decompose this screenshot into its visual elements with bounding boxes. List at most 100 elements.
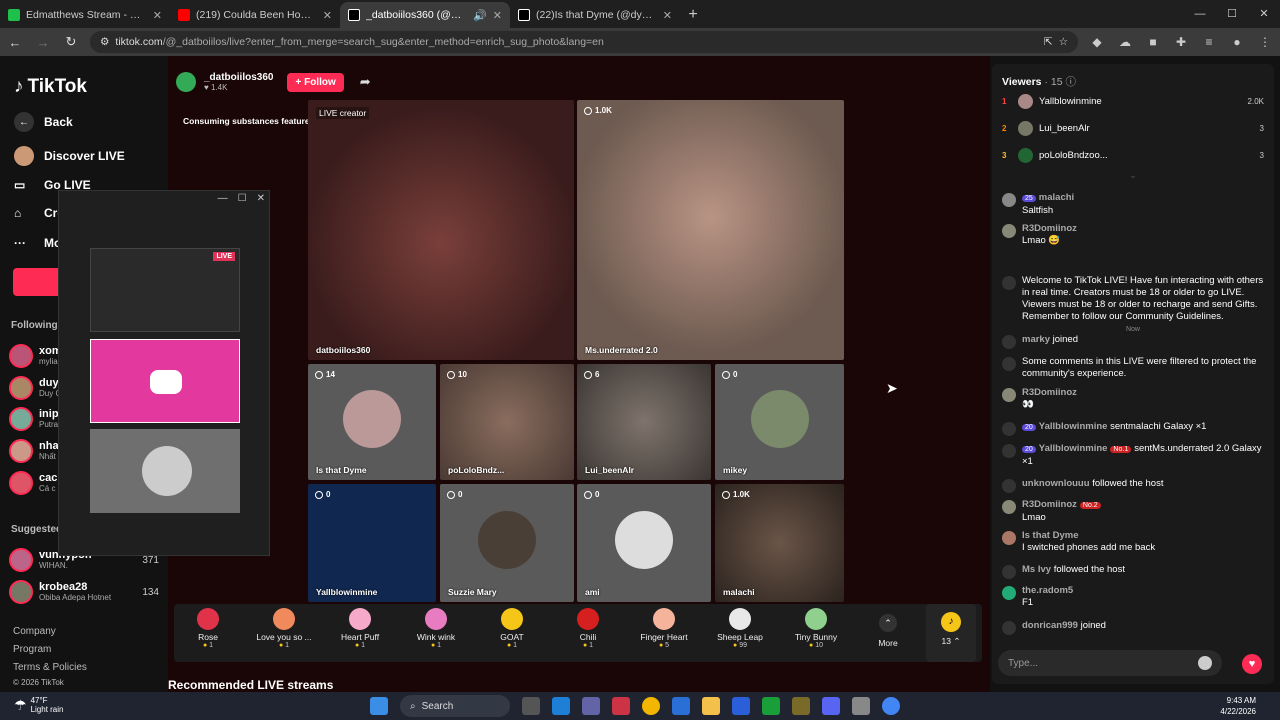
more-gifts-button[interactable]: ⌃ More: [868, 614, 908, 648]
guest-tile[interactable]: 0 Suzzie Mary: [440, 484, 574, 602]
app-icon[interactable]: [732, 697, 750, 715]
host-avatar[interactable]: [176, 72, 196, 92]
close-icon[interactable]: ✕: [257, 193, 265, 204]
top-viewer-row[interactable]: 1 Yallblowinmine 2.0K: [1002, 94, 1264, 109]
weather-widget[interactable]: ☂ 47°F Light rain: [14, 696, 63, 714]
guest-tile[interactable]: 6 Lui_beenAlr: [577, 364, 711, 480]
teams-icon[interactable]: [582, 697, 600, 715]
browser-tab-3[interactable]: _datboiilos360 (@_datboiilos 🔊 ✕: [340, 2, 510, 28]
open-in-app-icon[interactable]: ⇱: [1044, 36, 1053, 48]
footer-company-link[interactable]: Company: [13, 626, 56, 637]
chat-user[interactable]: donrican999: [1022, 620, 1078, 631]
extension-icon[interactable]: ◆: [1088, 35, 1106, 49]
close-window-icon[interactable]: ✕: [1248, 0, 1280, 28]
top-viewer-row[interactable]: 3 poLoloBndzoo... 3: [1002, 148, 1264, 163]
chat-user[interactable]: R3Domiinoz: [1022, 223, 1077, 234]
extensions-puzzle-icon[interactable]: ✚: [1172, 35, 1190, 49]
discord-tile[interactable]: [90, 339, 240, 423]
windows-start-icon[interactable]: [370, 697, 388, 715]
gift-finger-heart[interactable]: Finger Heart5: [634, 604, 694, 649]
chat-user[interactable]: Is that Dyme: [1022, 530, 1079, 541]
profile-avatar[interactable]: ●: [1228, 35, 1246, 49]
like-heart-button[interactable]: ♥: [1242, 654, 1262, 674]
gift-chili[interactable]: Chili1: [558, 604, 618, 649]
share-icon[interactable]: ➦: [360, 74, 371, 90]
maximize-icon[interactable]: ☐: [238, 193, 247, 204]
extension-icon[interactable]: ☁: [1116, 35, 1134, 49]
chat-user[interactable]: R3Domiinoz: [1022, 499, 1077, 510]
coin-balance[interactable]: ♪ 13 ⌃: [926, 604, 976, 662]
menu-kebab-icon[interactable]: ⋮: [1256, 35, 1274, 49]
chevron-down-icon[interactable]: ⌄: [992, 170, 1274, 181]
address-bar[interactable]: ⚙ tiktok.com/@_datboiilos/live?enter_fro…: [90, 31, 1078, 53]
chat-user[interactable]: Yallblowinmine: [1039, 421, 1108, 432]
guest-tile[interactable]: 0 Yallblowinmine: [308, 484, 436, 602]
close-tab-icon[interactable]: ✕: [153, 9, 162, 22]
user-tile[interactable]: [90, 429, 240, 513]
footer-terms-link[interactable]: Terms & Policies: [13, 662, 87, 673]
discord-icon[interactable]: [822, 697, 840, 715]
host-video-tile[interactable]: LIVE creator datboiilos360: [308, 100, 574, 360]
back-link[interactable]: ← Back: [14, 112, 73, 132]
task-view-icon[interactable]: [522, 697, 540, 715]
audio-icon[interactable]: 🔊: [473, 9, 487, 22]
gift-sheep-leap[interactable]: Sheep Leap99: [710, 604, 770, 649]
chrome-icon[interactable]: [642, 697, 660, 715]
browser-tab-1[interactable]: Edmatthews Stream - Watch Live ✕: [0, 2, 170, 28]
edge-icon[interactable]: [552, 697, 570, 715]
chat-user[interactable]: unknownlouuu: [1022, 478, 1090, 489]
chat-user[interactable]: malachi: [1039, 192, 1074, 203]
file-explorer-icon[interactable]: [702, 697, 720, 715]
reload-icon[interactable]: ↻: [62, 34, 80, 50]
gift-love-you[interactable]: Love you so ...1: [254, 604, 314, 649]
chat-user[interactable]: marky: [1022, 334, 1050, 345]
bookmark-star-icon[interactable]: ☆: [1059, 36, 1068, 48]
guest-tile[interactable]: 14 Is that Dyme: [308, 364, 436, 480]
minimize-icon[interactable]: —: [1184, 0, 1216, 28]
top-viewer-row[interactable]: 2 Lui_beenAlr 3: [1002, 121, 1264, 136]
nav-discover-live[interactable]: Discover LIVE: [14, 146, 125, 166]
close-tab-icon[interactable]: ✕: [663, 9, 672, 22]
maximize-icon[interactable]: ☐: [1216, 0, 1248, 28]
gift-tiny-bunny[interactable]: Tiny Bunny10: [786, 604, 846, 649]
gift-heart-puff[interactable]: Heart Puff1: [330, 604, 390, 649]
app-icon[interactable]: [792, 697, 810, 715]
chat-user[interactable]: the.radom5: [1022, 585, 1073, 596]
close-tab-icon[interactable]: ✕: [323, 9, 332, 22]
chat-user[interactable]: Yallblowinmine: [1039, 443, 1108, 454]
xbox-icon[interactable]: [762, 697, 780, 715]
extension-icon[interactable]: ■: [1144, 35, 1162, 49]
host-name[interactable]: _datboiilos360: [204, 72, 273, 83]
back-icon[interactable]: ←: [6, 35, 24, 50]
new-tab-button[interactable]: +: [680, 2, 706, 28]
minimize-icon[interactable]: —: [218, 193, 228, 204]
guest-tile[interactable]: 0 ami: [577, 484, 711, 602]
forward-icon[interactable]: →: [34, 35, 52, 50]
guest-tile[interactable]: 1.0K malachi: [715, 484, 844, 602]
browser-tab-2[interactable]: (219) Coulda Been House 2, Ep ✕: [170, 2, 340, 28]
guest-tile[interactable]: 10 poLoloBndz...: [440, 364, 574, 480]
tiktok-logo[interactable]: ♪ TikTok: [14, 76, 87, 98]
footer-program-link[interactable]: Program: [13, 644, 51, 655]
gift-goat[interactable]: GOAT1: [482, 604, 542, 649]
follow-button[interactable]: + Follow: [287, 72, 344, 92]
chat-user[interactable]: R3Domiinoz: [1022, 387, 1077, 398]
guest-tile[interactable]: 0 mikey: [715, 364, 844, 480]
system-clock[interactable]: 9:43 AM 4/22/2026: [1220, 695, 1256, 717]
store-icon[interactable]: [672, 697, 690, 715]
chat-input[interactable]: Type...: [998, 650, 1222, 676]
suggested-item[interactable]: krobea28 Obiba Adepa Hotnet 134: [9, 580, 159, 604]
site-info-icon[interactable]: ⚙: [100, 36, 109, 48]
close-tab-icon[interactable]: ✕: [493, 9, 502, 22]
app-icon[interactable]: [852, 697, 870, 715]
emoji-icon[interactable]: [1198, 656, 1212, 670]
guest-video-tile[interactable]: 1.0K Ms.underrated 2.0: [577, 100, 844, 360]
chat-user[interactable]: Ms Ivy: [1022, 564, 1051, 575]
gift-wink-wink[interactable]: Wink wink1: [406, 604, 466, 649]
taskbar-search[interactable]: ⌕ Search: [400, 695, 510, 717]
gift-rose[interactable]: Rose1: [178, 604, 238, 649]
nav-more[interactable]: ··· Mo: [14, 236, 61, 250]
copilot-icon[interactable]: [612, 697, 630, 715]
media-control-icon[interactable]: ≡: [1200, 35, 1218, 49]
browser-tab-4[interactable]: (22)Is that Dyme (@dymestayp ✕: [510, 2, 680, 28]
